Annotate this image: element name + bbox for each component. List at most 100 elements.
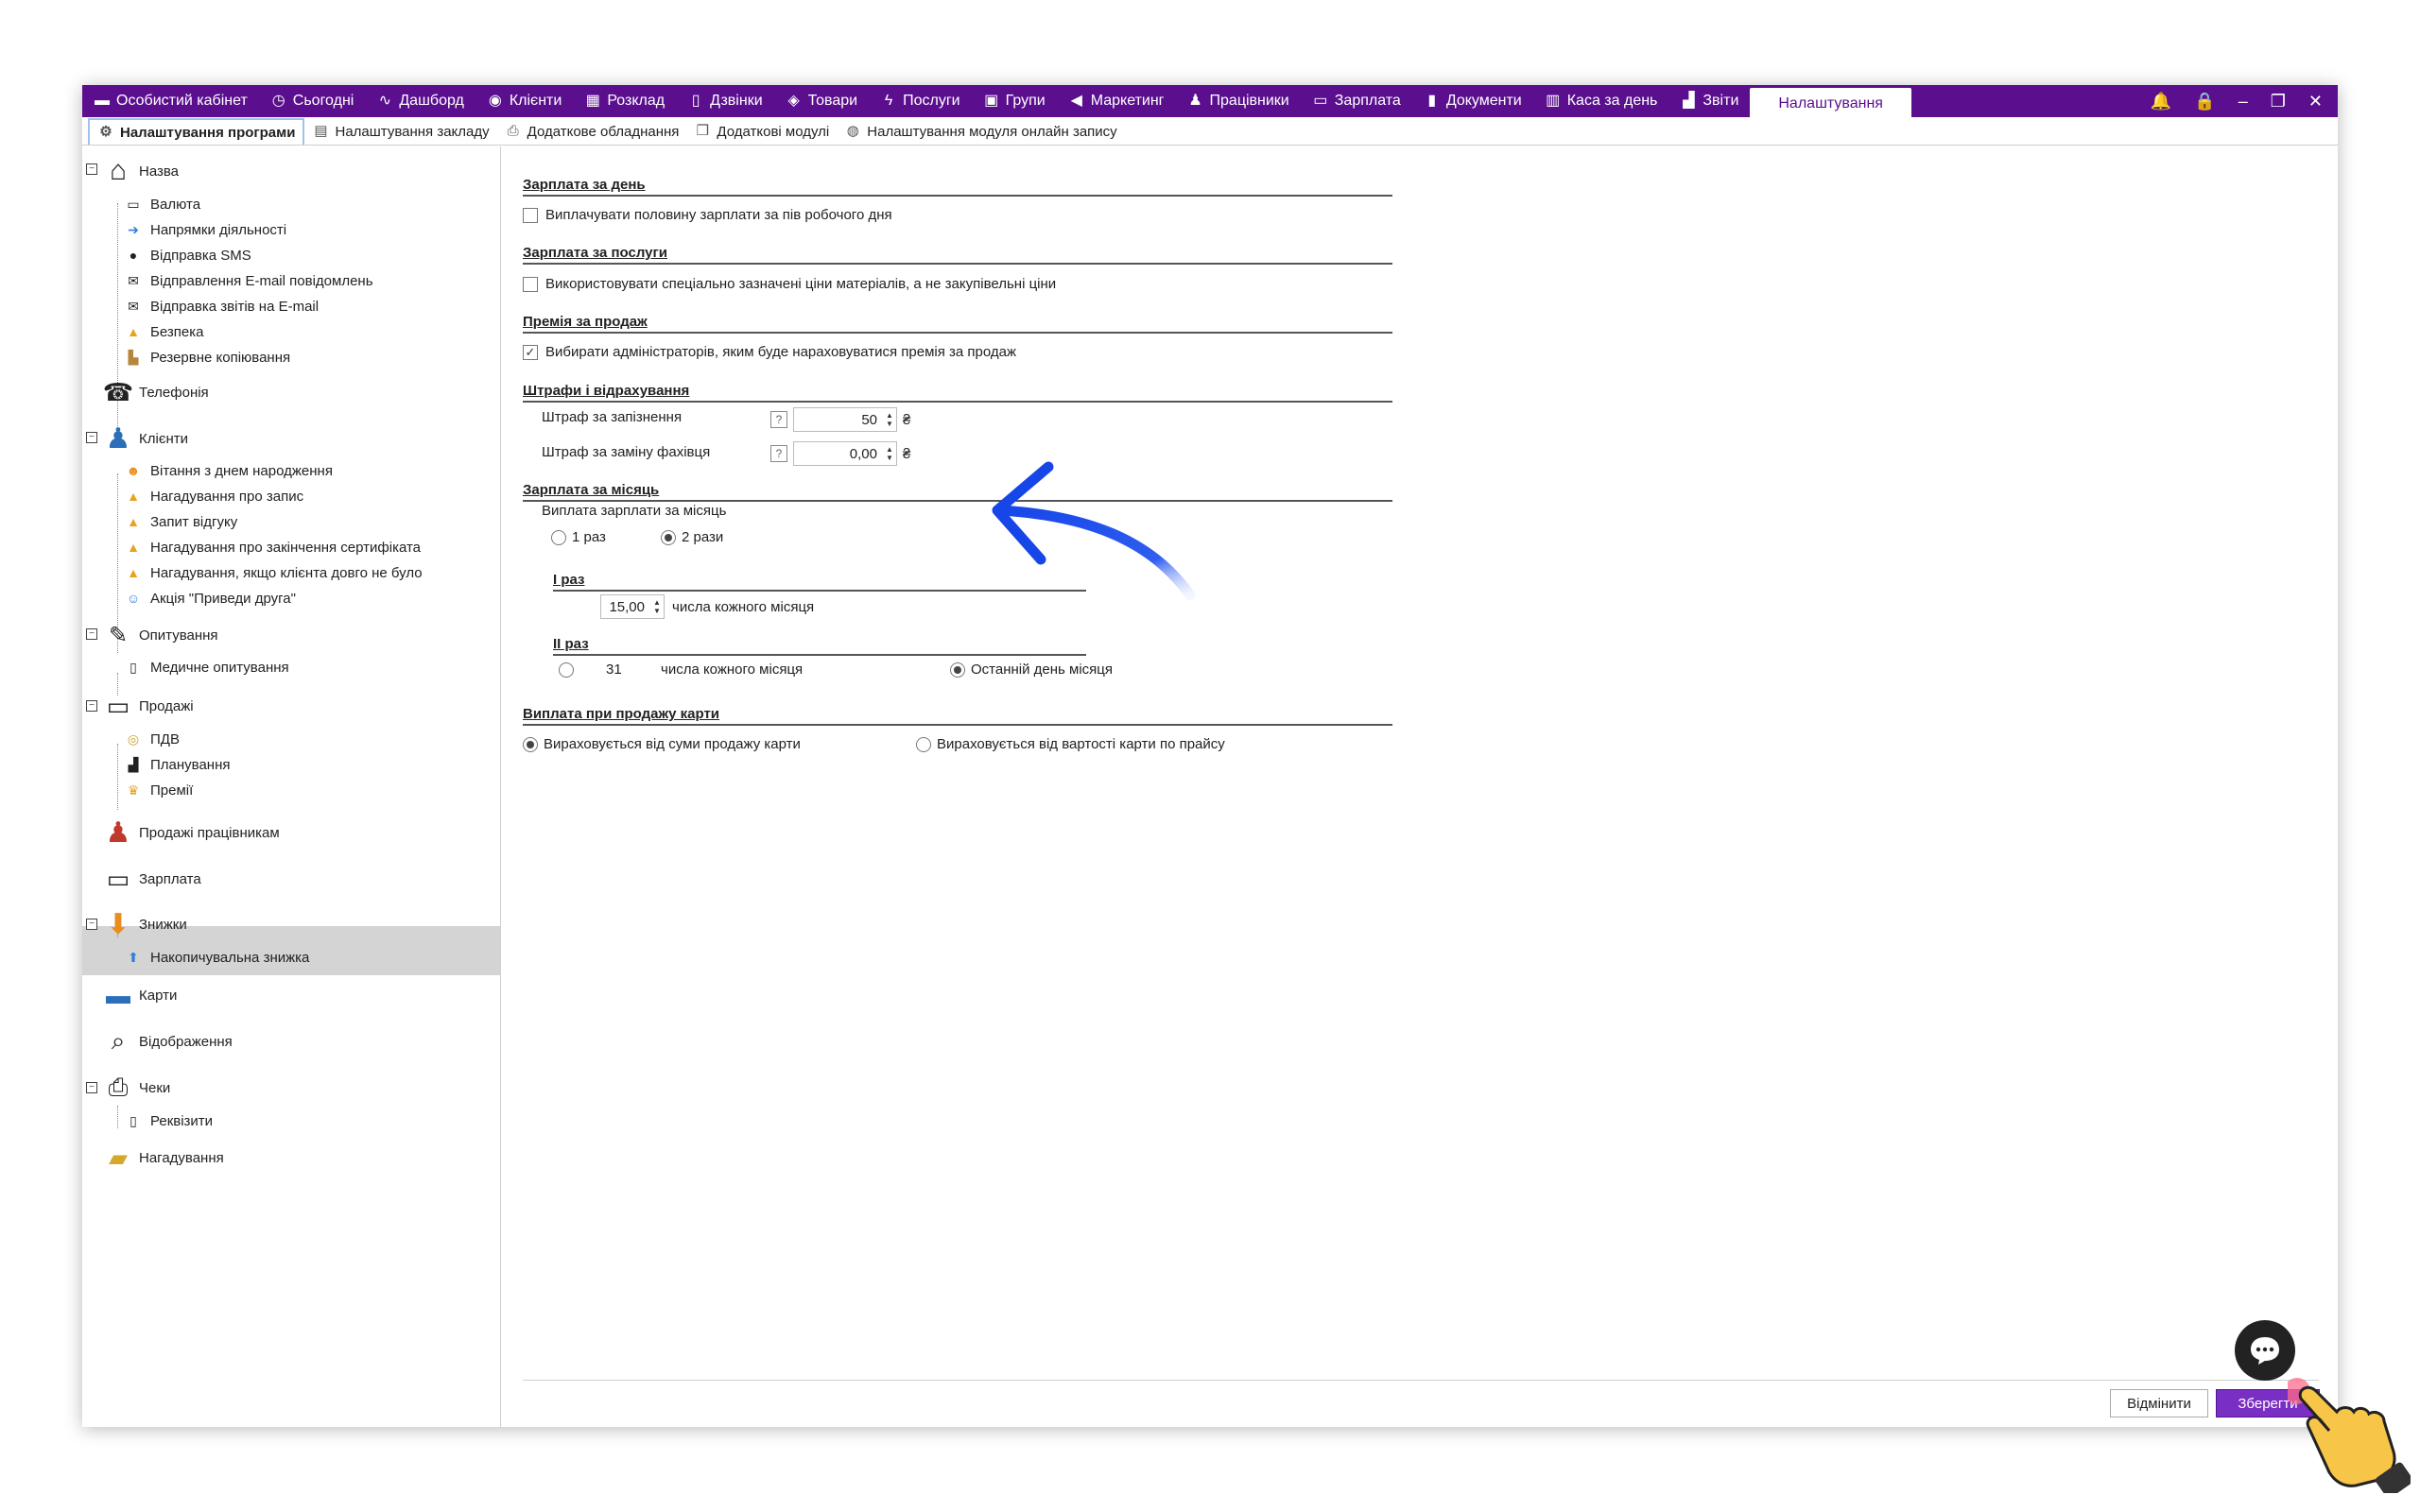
tree-employee-sales[interactable]: ♟ Продажі працівникам [97,814,280,851]
tree-receipts[interactable]: ⎙ Чеки [97,1069,171,1107]
nav-today[interactable]: ◷ Сьогодні [259,85,366,117]
nav-settings[interactable]: Налаштування [1750,88,1911,120]
from-sale-radio[interactable] [523,736,538,752]
collapse-clients-toggle[interactable]: − [86,432,97,443]
tree-activities[interactable]: ➔ Напрямки діяльності [124,220,286,239]
nav-groups[interactable]: ▣ Групи [972,85,1057,117]
tree-discounts[interactable]: ⬇ Знижки [97,905,186,943]
lock-icon[interactable]: 🔒 [2194,92,2215,112]
group-icon: ▣ [984,93,999,109]
nav-documents[interactable]: ▮ Документи [1412,85,1533,117]
twice-radio[interactable] [661,529,676,545]
spinner-arrows[interactable]: ▲ ▼ [883,442,896,465]
close-icon[interactable]: ✕ [2308,92,2323,112]
nav-salary[interactable]: ▭ Зарплата [1301,85,1412,117]
tree-certificate[interactable]: ▲ Нагадування про закінчення сертифіката [124,538,421,557]
restore-icon[interactable]: ❐ [2271,92,2286,112]
tree-cards[interactable]: ▬ Карти [97,976,177,1014]
tab-venue-settings[interactable]: ▤ Налаштування закладу [304,118,496,145]
tree-vat[interactable]: ◎ ПДВ [124,730,180,748]
collapse-name-toggle[interactable]: − [86,163,97,175]
last-day-radio-row[interactable]: Останній день місяця [950,662,1113,678]
spinner-arrows[interactable]: ▲ ▼ [650,595,664,618]
collapse-surveys-toggle[interactable]: − [86,628,97,640]
nav-personal-cabinet[interactable]: ▬ Особистий кабінет [82,85,259,117]
nav-employees[interactable]: ♟ Працівники [1176,85,1301,117]
money-icon: ▭ [106,864,130,893]
fine-late-controls: ? 50 ▲ ▼ ₴ [770,407,910,432]
choose-admins-checkbox[interactable]: ✓ [523,344,538,360]
fine-late-label: Штраф за запізнення [542,409,683,425]
from-price-radio-row[interactable]: Вираховується від вартості карти по прай… [916,736,1225,752]
special-prices-checkbox-row[interactable]: Використовувати спеціально зазначені цін… [523,276,1056,292]
help-icon[interactable]: ? [770,445,787,462]
tab-program-settings[interactable]: ⚙ Налаштування програми [88,118,305,145]
minimize-icon[interactable]: ‒ [2238,92,2248,112]
collapse-sales-toggle[interactable]: − [86,700,97,712]
tree-clients[interactable]: ♟ Клієнти [97,420,188,457]
tree-surveys[interactable]: ✎ Опитування [97,616,218,654]
twice-radio-row[interactable]: 2 рази [661,529,723,545]
special-prices-checkbox[interactable] [523,276,538,292]
calculator-icon: ▥ [1546,93,1561,109]
tab-online-booking[interactable]: ◍ Налаштування модуля онлайн запису [837,118,1124,145]
tree-reminder[interactable]: ▲ Нагадування про запис [124,487,303,506]
chat-support-button[interactable] [2235,1320,2295,1381]
nav-dashboard[interactable]: ∿ Дашборд [365,85,475,117]
printer-icon: ⎙ [108,1073,129,1101]
half-day-checkbox[interactable] [523,207,538,223]
currency-label: ₴ [903,411,911,428]
tree-backup[interactable]: ▙ Резервне копіювання [124,348,291,367]
nav-clients[interactable]: ◉ Клієнти [475,85,573,117]
choose-admins-checkbox-row[interactable]: ✓ Вибирати адміністраторів, яким буде нар… [523,344,1016,360]
tree-currency[interactable]: ▭ Валюта [124,195,200,214]
collapse-discounts-toggle[interactable]: − [86,919,97,930]
from-price-radio[interactable] [916,736,931,752]
nav-marketing[interactable]: ◀ Маркетинг [1057,85,1176,117]
tree-display[interactable]: ⌕ Відображення [97,1022,233,1060]
nav-cash-day[interactable]: ▥ Каса за день [1533,85,1669,117]
once-radio-row[interactable]: 1 раз [551,529,606,545]
nav-calls[interactable]: ▯ Дзвінки [676,85,774,117]
nav-reports[interactable]: ▟ Звіти [1668,85,1750,117]
cancel-button[interactable]: Відмінити [2110,1389,2208,1418]
spinner-arrows[interactable]: ▲ ▼ [883,408,896,431]
tab-modules[interactable]: ❒ Додаткові модулі [686,118,837,145]
half-day-checkbox-row[interactable]: Виплачувати половину зарплати за пів роб… [523,207,892,223]
tree-email[interactable]: ✉ Відправлення E-mail повідомлень [124,271,372,290]
tree-birthday[interactable]: ☻ Вітання з днем народження [124,461,333,480]
collapse-receipts-toggle[interactable]: − [86,1082,97,1093]
first-payment-day-input[interactable]: 15,00 ▲ ▼ [600,594,665,619]
nav-goods[interactable]: ◈ Товари [774,85,869,117]
nav-schedule[interactable]: ▦ Розклад [573,85,676,117]
tree-requisites[interactable]: ▯ Реквізити [124,1111,213,1130]
tab-equipment[interactable]: ⎙ Додаткове обладнання [497,118,687,145]
nav-services[interactable]: ϟ Послуги [869,85,972,117]
tree-name[interactable]: ⌂ Назва [97,152,179,190]
tree-bonuses[interactable]: ♛ Премії [124,781,194,799]
tree-telephony[interactable]: ☎ Телефонія [97,373,209,411]
section-daily-salary: Зарплата за день [523,177,1392,197]
document-icon: ▯ [130,1112,137,1128]
fine-replace-input[interactable]: 0,00 ▲ ▼ [793,441,897,466]
from-sale-radio-row[interactable]: Вираховується від суми продажу карти [523,736,801,752]
fine-late-input[interactable]: 50 ▲ ▼ [793,407,897,432]
help-icon[interactable]: ? [770,411,787,428]
survey-icon: ✎ [108,622,129,648]
tree-friend[interactable]: ☺ Акція "Приведи друга" [124,589,296,608]
second-day-radio[interactable] [559,662,574,678]
tree-cumulative-discount[interactable]: ⬆ Накопичувальна знижка [124,948,309,967]
tree-medical-survey[interactable]: ▯ Медичне опитування [124,658,289,677]
once-radio[interactable] [551,529,566,545]
bell-icon[interactable]: 🔔 [2151,92,2171,112]
last-day-radio[interactable] [950,662,965,678]
tree-sales[interactable]: ▭ Продажі [97,687,194,725]
tree-feedback[interactable]: ▲ Запит відгуку [124,512,237,531]
tree-planning[interactable]: ▟ Планування [124,755,231,774]
tree-absent[interactable]: ▲ Нагадування, якщо клієнта довго не було [124,563,423,582]
tree-salary[interactable]: ▭ Зарплата [97,860,201,898]
tree-security[interactable]: ▲ Безпека [124,322,203,341]
tree-reports-email[interactable]: ✉ Відправка звітів на E-mail [124,297,319,316]
tree-reminders[interactable]: ▰ Нагадування [97,1139,224,1177]
tree-sms[interactable]: ● Відправка SMS [124,246,251,265]
